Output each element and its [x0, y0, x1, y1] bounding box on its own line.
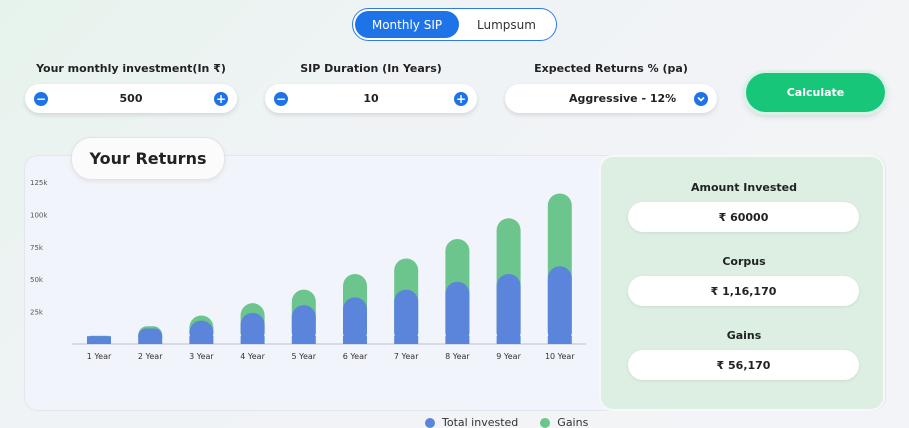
legend-dot-invested: [425, 417, 435, 428]
x-tick-label: 1 Year: [87, 352, 112, 361]
duration-increase-button[interactable]: +: [454, 91, 468, 106]
corpus-value: ₹ 1,16,170: [628, 276, 859, 306]
legend-item-gains: Gains: [540, 416, 588, 428]
invested-bar: [394, 289, 419, 344]
x-tick-label: 5 Year: [292, 352, 317, 361]
sip-type-toggle: Monthly SIP Lumpsum: [352, 8, 557, 41]
invested-bar-base: [87, 336, 111, 344]
invested-bar: [547, 266, 572, 344]
investment-stepper: − 500 +: [25, 84, 237, 113]
returns-label: Expected Returns % (pa): [534, 62, 688, 75]
invested-bar-base: [189, 336, 214, 344]
invested-bar-base: [496, 336, 521, 344]
legend-label-gains: Gains: [557, 416, 589, 428]
investment-label: Your monthly investment(In ₹): [36, 62, 226, 75]
duration-stepper: − 10 +: [265, 84, 477, 113]
returns-selected-value: Aggressive - 12%: [569, 92, 677, 105]
amount-invested-label: Amount Invested: [691, 181, 797, 194]
y-tick-label: 25k: [30, 309, 44, 317]
duration-label: SIP Duration (In Years): [300, 62, 442, 75]
duration-value[interactable]: 10: [363, 92, 378, 105]
summary-panel: Amount Invested ₹ 60000 Corpus ₹ 1,16,17…: [599, 155, 885, 411]
chevron-down-icon[interactable]: [694, 91, 708, 106]
investment-value[interactable]: 500: [120, 92, 143, 105]
y-tick-label: 75k: [30, 244, 44, 252]
x-tick-label: 3 Year: [189, 352, 214, 361]
calculate-button[interactable]: Calculate: [746, 73, 885, 112]
x-tick-label: 7 Year: [394, 352, 419, 361]
y-tick-label: 50k: [30, 276, 44, 284]
tab-monthly-sip[interactable]: Monthly SIP: [355, 11, 459, 38]
duration-decrease-button[interactable]: −: [274, 91, 288, 106]
legend-dot-gains: [540, 417, 551, 428]
x-tick-label: 6 Year: [343, 352, 368, 361]
x-tick-label: 8 Year: [445, 352, 470, 361]
chart-legend: Total invested Gains: [425, 416, 602, 428]
invested-bar: [496, 274, 521, 344]
invested-bar-base: [138, 336, 163, 344]
investment-decrease-button[interactable]: −: [34, 91, 48, 106]
returns-chart: 25k 50k 75k 100k 125k 1 Year 2 Year 3 Year 4 Yea…: [30, 179, 586, 361]
investment-increase-button[interactable]: +: [214, 91, 228, 106]
invested-bar: [445, 281, 470, 344]
x-tick-label: 2 Year: [138, 352, 163, 361]
returns-select[interactable]: Aggressive - 12%: [505, 84, 717, 113]
invested-bar-base: [291, 336, 316, 344]
tab-lumpsum[interactable]: Lumpsum: [459, 11, 554, 38]
gains-label: Gains: [726, 329, 762, 342]
legend-item-total-invested: Total invested: [425, 416, 518, 428]
amount-invested-value: ₹ 60000: [628, 202, 859, 232]
y-tick-label: 125k: [30, 179, 48, 187]
legend-label-invested: Total invested: [442, 416, 519, 428]
invested-bar-base: [240, 336, 265, 344]
invested-bar-base: [343, 336, 367, 344]
corpus-label: Corpus: [722, 255, 766, 268]
invested-bar-base: [445, 336, 470, 344]
invested-bar-base: [394, 336, 419, 344]
x-tick-label: 9 Year: [496, 352, 521, 361]
gains-value: ₹ 56,170: [628, 350, 859, 380]
y-tick-label: 100k: [30, 211, 48, 219]
x-tick-label: 4 Year: [240, 352, 265, 361]
invested-bar-base: [547, 336, 572, 344]
x-tick-label: 10 Year: [545, 352, 575, 361]
